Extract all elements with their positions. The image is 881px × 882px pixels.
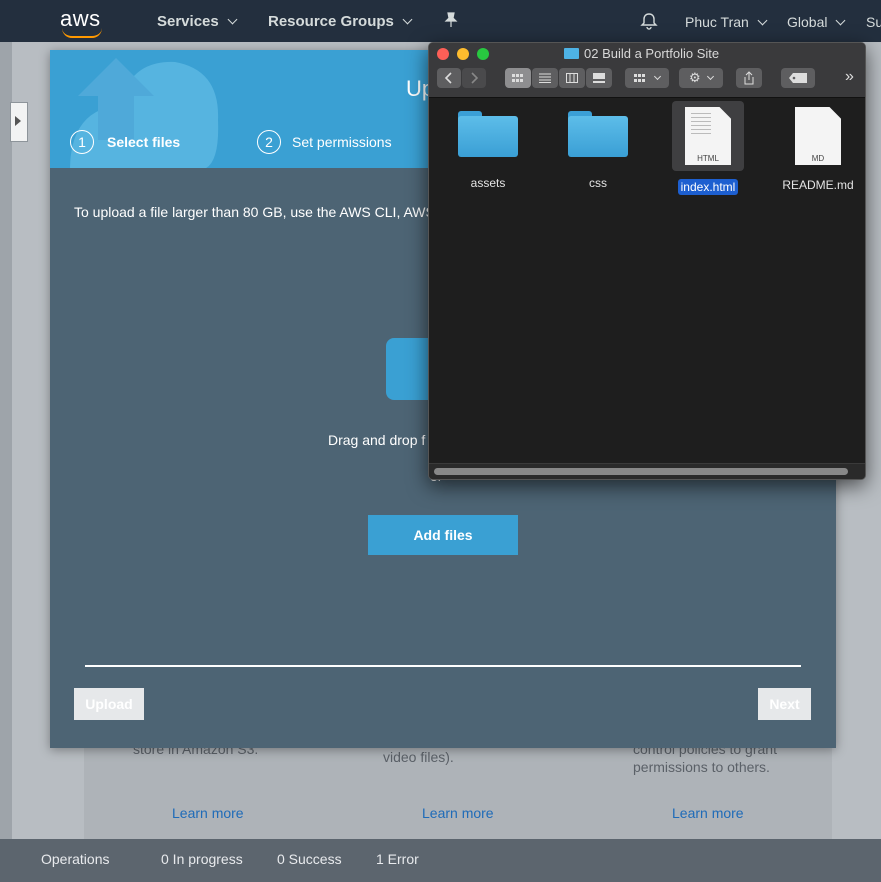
chevron-down-icon [836,15,846,26]
success-count[interactable]: 0 Success [277,851,342,867]
finder-title: 02 Build a Portfolio Site [564,46,719,61]
chevron-down-icon [227,14,238,25]
selection-highlight: HTML [672,101,744,171]
feature-text-3b: permissions to others. [633,759,770,775]
zoom-icon[interactable] [477,48,489,60]
action-button[interactable]: ⚙ [679,68,723,88]
resource-groups-menu[interactable]: Resource Groups [268,13,413,30]
sidebar-expand-handle[interactable] [10,102,28,142]
group-icon [633,74,646,83]
step-select-files[interactable]: Select files [107,134,180,150]
tags-button[interactable] [781,68,815,88]
step-set-permissions[interactable]: Set permissions [292,134,392,150]
item-label: index.html [677,179,739,195]
left-sidebar-strip [0,42,12,839]
toolbar-overflow-icon[interactable]: » [845,68,854,86]
step-2-number: 2 [257,130,281,154]
learn-more-link[interactable]: Learn more [672,805,744,821]
chevron-down-icon [757,15,768,26]
feature-text-2: video files). [383,749,454,765]
pin-icon[interactable] [444,12,458,33]
group-by-button[interactable] [625,68,669,88]
icon-view-button[interactable] [505,68,531,88]
operations-label[interactable]: Operations [41,851,109,867]
chevron-down-icon [706,72,715,81]
folder-icon [568,111,628,157]
finder-window: 02 Build a Portfolio Site ⚙ » assets css… [428,42,866,480]
finder-item-index-html[interactable]: HTML index.html [663,101,753,195]
item-label: assets [470,176,506,190]
in-progress-count[interactable]: 0 In progress [161,851,243,867]
file-ext: HTML [697,154,719,163]
list-view-button[interactable] [532,68,558,88]
folder-icon [458,111,518,157]
folder-icon [564,48,579,59]
drag-drop-text: Drag and drop f [328,432,426,448]
large-file-notice: To upload a file larger than 80 GB, use … [74,204,435,220]
minimize-icon[interactable] [457,48,469,60]
horizontal-scrollbar[interactable] [434,468,848,475]
aws-top-nav: aws Services Resource Groups Phuc Tran G… [0,0,881,42]
item-label: css [589,176,607,190]
learn-more-link[interactable]: Learn more [422,805,494,821]
gallery-view-button[interactable] [586,68,612,88]
drop-folder-icon [386,338,432,400]
bell-icon[interactable] [640,12,658,35]
support-menu[interactable]: Su [866,14,881,30]
region-label: Global [787,14,828,30]
services-label: Services [157,13,219,30]
gear-icon: ⚙ [689,70,701,85]
chevron-down-icon [654,72,662,81]
finder-titlebar[interactable]: 02 Build a Portfolio Site ⚙ » [429,43,865,98]
chevron-down-icon [402,14,413,25]
services-menu[interactable]: Services [157,13,238,30]
html-file-icon: HTML [685,107,731,165]
modal-divider [85,665,801,667]
grid-icon [512,74,524,83]
finder-item-css[interactable]: css [553,111,643,190]
resource-groups-label: Resource Groups [268,13,394,30]
operations-footer: Operations 0 In progress 0 Success 1 Err… [0,839,881,882]
finder-item-assets[interactable]: assets [443,111,533,190]
finder-item-readme-md[interactable]: MD README.md [773,107,863,192]
file-ext: MD [811,154,825,163]
aws-smile-icon [62,28,102,38]
error-count[interactable]: 1 Error [376,851,419,867]
column-view-button[interactable] [559,68,585,88]
user-name: Phuc Tran [685,14,749,30]
learn-more-link[interactable]: Learn more [172,805,244,821]
upload-button[interactable]: Upload [74,688,144,720]
item-label-wrap: index.html [663,179,753,195]
support-label: Su [866,14,881,30]
md-file-icon: MD [795,107,841,165]
back-button[interactable] [437,68,461,88]
add-files-button[interactable]: Add files [368,515,518,555]
step-1-number: 1 [70,130,94,154]
item-label: README.md [782,178,854,192]
user-menu[interactable]: Phuc Tran [685,14,768,30]
finder-title-text: 02 Build a Portfolio Site [584,46,720,61]
region-menu[interactable]: Global [787,14,846,30]
next-button[interactable]: Next [758,688,811,720]
forward-button[interactable] [462,68,486,88]
share-button[interactable] [736,68,762,88]
close-icon[interactable] [437,48,449,60]
